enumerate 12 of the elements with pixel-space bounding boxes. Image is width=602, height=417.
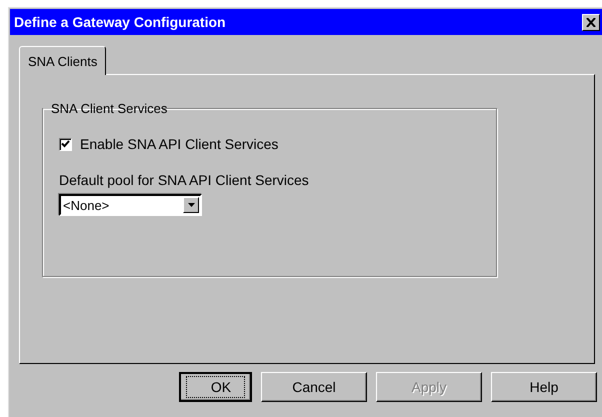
close-button[interactable] [582,14,600,30]
close-icon [586,18,596,26]
dialog-button[interactable]: OK [179,372,252,402]
group-title: SNA Client Services [50,101,168,116]
dialog-button[interactable]: Cancel [261,372,367,402]
checkbox-label: Enable SNA API Client Services [80,136,278,152]
tab[interactable]: SNA Clients [19,46,106,75]
window-title: Define a Gateway Configuration [14,14,226,30]
dialog-button[interactable]: Help [491,372,597,402]
checkbox[interactable] [59,138,72,150]
pool-label: Default pool for SNA API Client Services [59,172,310,188]
pool-dropdown[interactable]: <None> [59,194,202,216]
